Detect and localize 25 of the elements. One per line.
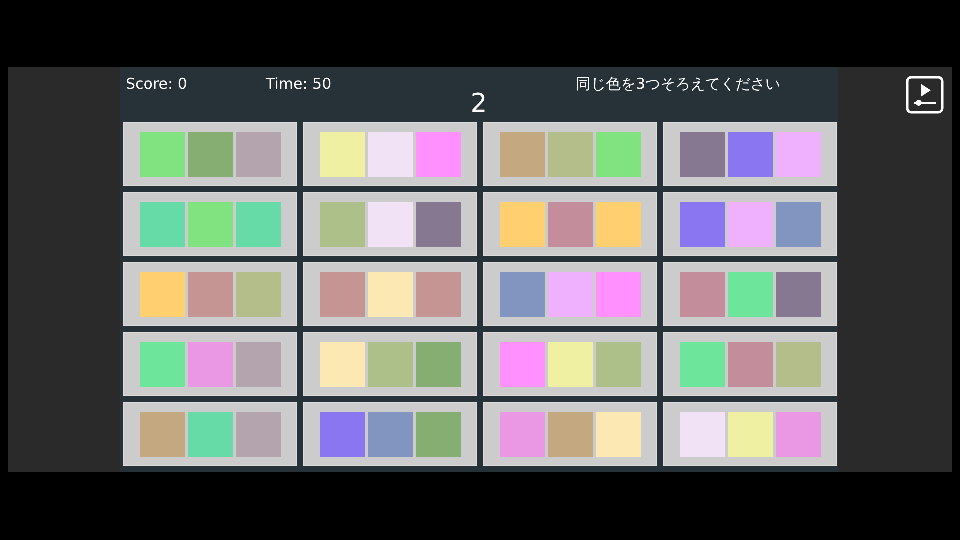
color-tile[interactable]: [303, 402, 477, 466]
score-text: Score: 0: [126, 75, 188, 93]
color-tile[interactable]: [123, 332, 297, 396]
color-tile[interactable]: [303, 122, 477, 186]
color-tile[interactable]: [483, 192, 657, 256]
color-tile[interactable]: [123, 122, 297, 186]
color-tile[interactable]: [483, 262, 657, 326]
color-tile[interactable]: [663, 332, 837, 396]
color-tile[interactable]: [663, 262, 837, 326]
color-tile[interactable]: [663, 122, 837, 186]
time-text: Time: 50: [266, 75, 332, 93]
color-tile[interactable]: [123, 262, 297, 326]
color-tile[interactable]: [303, 192, 477, 256]
color-tile[interactable]: [483, 332, 657, 396]
video-button[interactable]: [906, 76, 944, 114]
color-tile[interactable]: [483, 122, 657, 186]
instruction-text: 同じ色を3つそろえてください: [576, 74, 781, 95]
counter-text: 2: [470, 88, 488, 121]
color-tile[interactable]: [663, 192, 837, 256]
color-tile[interactable]: [123, 192, 297, 256]
color-tile[interactable]: [663, 402, 837, 466]
color-tile[interactable]: [123, 402, 297, 466]
color-tile[interactable]: [303, 332, 477, 396]
color-tile[interactable]: [483, 402, 657, 466]
color-tile[interactable]: [303, 262, 477, 326]
